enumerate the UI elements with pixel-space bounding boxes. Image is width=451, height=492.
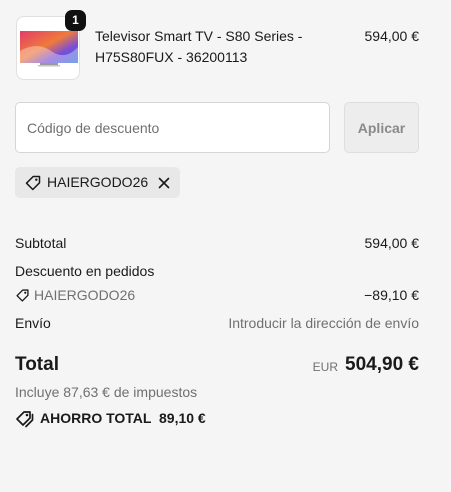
order-discount-label: Descuento en pedidos bbox=[15, 263, 155, 279]
total-savings-amount: 89,10 € bbox=[159, 410, 206, 426]
subtotal-label: Subtotal bbox=[15, 235, 67, 251]
product-name: Televisor Smart TV - S80 Series - H75S80… bbox=[95, 28, 303, 65]
apply-discount-button[interactable]: Aplicar bbox=[344, 102, 419, 153]
order-discount-value: −89,10 € bbox=[364, 287, 419, 303]
product-price: 594,00 € bbox=[364, 28, 420, 44]
currency-code: EUR bbox=[312, 360, 338, 374]
shipping-value: Introducir la dirección de envío bbox=[228, 315, 419, 331]
taxes-note: Incluye 87,63 € de impuestos bbox=[15, 384, 198, 400]
shipping-label: Envío bbox=[15, 315, 51, 331]
subtotal-value: 594,00 € bbox=[364, 235, 420, 251]
quantity-badge: 1 bbox=[65, 10, 86, 31]
tag-icon bbox=[25, 175, 41, 191]
close-icon[interactable] bbox=[156, 175, 172, 191]
order-discount-code: HAIERGODO26 bbox=[34, 287, 136, 303]
applied-discount-code: HAIERGODO26 bbox=[47, 174, 149, 190]
applied-discount-chip: HAIERGODO26 bbox=[15, 167, 180, 198]
total-label: Total bbox=[15, 354, 59, 375]
total-amount: 504,90 € bbox=[345, 354, 419, 375]
total-savings-label: AHORRO TOTAL bbox=[40, 410, 152, 426]
discount-code-input[interactable] bbox=[15, 102, 330, 153]
tags-icon bbox=[16, 411, 34, 428]
tag-icon bbox=[16, 289, 29, 302]
